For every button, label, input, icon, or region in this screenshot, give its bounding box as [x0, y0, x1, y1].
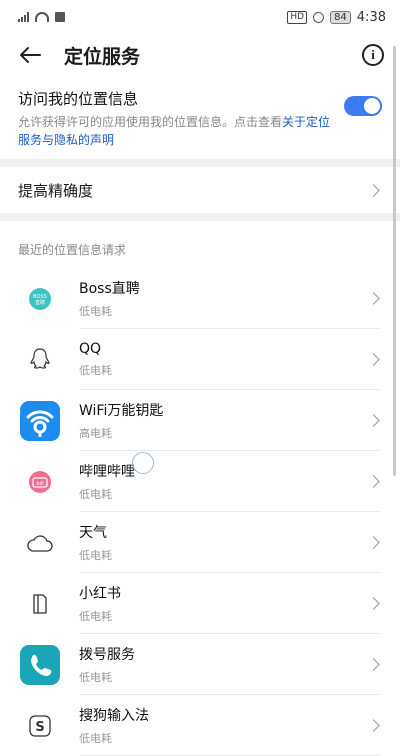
app-power: 低电耗 — [79, 488, 112, 501]
app-name: QQ — [79, 341, 102, 357]
app-row-xiaohongshu[interactable]: 小红书 低电耗 — [0, 573, 400, 634]
location-access-desc: 允许获得许可的应用使用我的位置信息。点击查看关于定位服务与隐私的声明 — [18, 113, 336, 149]
app-meta: Boss直聘 低电耗 — [79, 268, 369, 329]
dialer-icon — [18, 643, 62, 687]
chevron-right-icon — [367, 597, 380, 610]
app-row-dialer[interactable]: 拨号服务 低电耗 — [0, 634, 400, 695]
app-power: 低电耗 — [79, 610, 112, 623]
sogou-input-icon: S — [18, 704, 62, 748]
app-power: 低电耗 — [79, 364, 112, 377]
hd-badge: HD — [287, 10, 308, 24]
app-row-weather[interactable]: 天气 低电耗 — [0, 512, 400, 573]
section-divider — [0, 159, 400, 167]
title-bar: 定位服务 i — [0, 34, 400, 76]
svg-text:S: S — [35, 720, 44, 735]
app-name: WiFi万能钥匙 — [79, 403, 164, 419]
xiaohongshu-icon — [18, 582, 62, 626]
app-name: 小红书 — [79, 586, 121, 602]
app-power: 低电耗 — [79, 305, 112, 318]
chevron-right-icon — [367, 658, 380, 671]
bilibili-icon: bili — [18, 460, 62, 504]
location-access-text: 访问我的位置信息 允许获得许可的应用使用我的位置信息。点击查看关于定位服务与隐私… — [18, 86, 336, 149]
chevron-right-icon — [367, 183, 380, 197]
app-name: Boss直聘 — [79, 281, 140, 297]
app-row-wifi-key[interactable]: WiFi万能钥匙 高电耗 — [0, 390, 400, 451]
app-name: 天气 — [79, 525, 107, 541]
improve-accuracy-label: 提高精确度 — [18, 181, 94, 200]
app-meta: QQ 低电耗 — [79, 329, 369, 390]
page-title: 定位服务 — [64, 45, 141, 68]
chevron-right-icon — [367, 353, 380, 366]
notification-icon — [55, 12, 65, 22]
touch-indicator — [132, 452, 154, 474]
section-divider — [0, 213, 400, 221]
app-meta: 天气 低电耗 — [79, 512, 369, 573]
location-access-desc-text: 允许获得许可的应用使用我的位置信息。点击查看 — [18, 115, 283, 129]
wifi-icon — [35, 12, 49, 22]
status-bar: HD 84 4:38 — [0, 0, 400, 34]
toggle-knob — [364, 98, 380, 114]
app-name: 拨号服务 — [79, 647, 135, 663]
chevron-right-icon — [367, 414, 380, 427]
app-name: 哔哩哔哩 — [79, 464, 135, 480]
info-icon[interactable]: i — [362, 44, 384, 66]
app-row-boss[interactable]: BOSS 直聘 Boss直聘 低电耗 — [0, 268, 400, 329]
boss-zhipin-icon: BOSS 直聘 — [18, 277, 62, 321]
location-access-row[interactable]: 访问我的位置信息 允许获得许可的应用使用我的位置信息。点击查看关于定位服务与隐私… — [0, 76, 400, 159]
app-name: 搜狗输入法 — [79, 708, 149, 724]
chevron-right-icon — [367, 719, 380, 732]
location-access-toggle[interactable] — [344, 96, 382, 116]
improve-accuracy-row[interactable]: 提高精确度 — [0, 167, 400, 213]
app-row-bilibili[interactable]: bili 哔哩哔哩 低电耗 — [0, 451, 400, 512]
wifi-key-icon — [18, 399, 62, 443]
app-meta: WiFi万能钥匙 高电耗 — [79, 390, 369, 451]
app-meta: 搜狗输入法 低电耗 — [79, 695, 369, 756]
chevron-right-icon — [367, 536, 380, 549]
chevron-right-icon — [367, 292, 380, 305]
signal-icon — [18, 12, 29, 22]
app-meta: 哔哩哔哩 低电耗 — [79, 451, 369, 512]
back-arrow-icon[interactable] — [18, 43, 42, 67]
app-list: BOSS 直聘 Boss直聘 低电耗 QQ 低电耗 WiFi万能钥匙 高电耗 bi… — [0, 268, 400, 756]
app-row-qq[interactable]: QQ 低电耗 — [0, 329, 400, 390]
chevron-right-icon — [367, 475, 380, 488]
location-access-title: 访问我的位置信息 — [18, 90, 139, 108]
scrollbar[interactable] — [393, 46, 396, 476]
svg-text:直聘: 直聘 — [35, 299, 45, 306]
weather-icon — [18, 521, 62, 565]
svg-text:bili: bili — [36, 481, 43, 487]
status-right: HD 84 4:38 — [287, 10, 386, 25]
app-power: 低电耗 — [79, 671, 112, 684]
app-power: 高电耗 — [79, 427, 112, 440]
app-row-sogou[interactable]: S 搜狗输入法 低电耗 — [0, 695, 400, 756]
recent-requests-header: 最近的位置信息请求 — [18, 243, 127, 257]
app-meta: 拨号服务 低电耗 — [79, 634, 369, 695]
app-power: 低电耗 — [79, 732, 112, 745]
qq-icon — [18, 338, 62, 382]
battery-icon: 84 — [330, 10, 351, 24]
app-power: 低电耗 — [79, 549, 112, 562]
status-time: 4:38 — [356, 9, 386, 25]
app-meta: 小红书 低电耗 — [79, 573, 369, 634]
status-left — [18, 12, 65, 22]
alarm-icon — [313, 11, 325, 23]
